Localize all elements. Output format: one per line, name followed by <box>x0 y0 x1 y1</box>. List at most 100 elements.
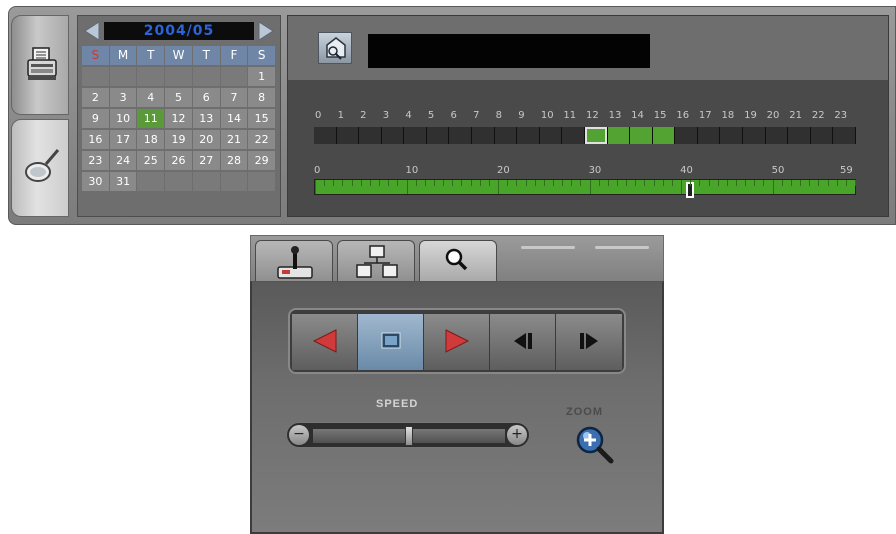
calendar-day[interactable]: 11 <box>137 109 165 128</box>
calendar-day[interactable]: 4 <box>137 88 165 107</box>
minute-tick <box>406 180 408 194</box>
calendar-day[interactable]: 20 <box>192 130 220 149</box>
tab-network[interactable] <box>337 240 415 284</box>
hour-cell[interactable] <box>314 127 336 144</box>
hour-cell[interactable] <box>765 127 788 144</box>
search-icon <box>445 248 468 271</box>
calendar-day[interactable]: 14 <box>220 109 248 128</box>
step-forward-button[interactable] <box>556 314 622 370</box>
hour-cell[interactable] <box>359 127 381 144</box>
hour-cell[interactable] <box>472 127 494 144</box>
calendar-day[interactable]: 21 <box>220 130 248 149</box>
calendar-day[interactable]: 6 <box>192 88 220 107</box>
calendar-day[interactable]: 23 <box>82 151 109 170</box>
calendar-day[interactable]: 19 <box>165 130 192 149</box>
calendar-day[interactable]: 29 <box>248 151 276 170</box>
minute-tick <box>360 180 362 186</box>
hour-label: 18 <box>721 110 735 121</box>
calendar-day[interactable]: 27 <box>192 151 220 170</box>
next-month-arrow-icon[interactable] <box>256 20 276 42</box>
speed-track[interactable] <box>313 426 505 446</box>
calendar-day[interactable]: 10 <box>109 109 137 128</box>
hour-cell[interactable] <box>675 127 697 144</box>
calendar-day[interactable]: 16 <box>82 130 109 149</box>
calendar-day[interactable]: 31 <box>109 172 137 191</box>
calendar-day[interactable]: 18 <box>137 130 165 149</box>
day-header-fri: F <box>220 46 248 65</box>
calendar-week-row: 2345678 <box>82 88 276 109</box>
calendar-day[interactable]: 3 <box>109 88 137 107</box>
minute-tick <box>534 180 536 186</box>
calendar-day[interactable]: 8 <box>248 88 276 107</box>
calendar-day[interactable]: 1 <box>248 67 276 86</box>
calendar-day[interactable]: 22 <box>248 130 276 149</box>
calendar-day[interactable]: 12 <box>165 109 192 128</box>
hour-cell[interactable] <box>562 127 584 144</box>
calendar-day[interactable]: 30 <box>82 172 109 191</box>
tab-joystick[interactable] <box>255 240 333 284</box>
hour-cell[interactable] <box>404 127 426 144</box>
hour-cell[interactable] <box>539 127 562 144</box>
calendar-day[interactable]: 28 <box>220 151 248 170</box>
calendar-day[interactable]: 5 <box>165 88 192 107</box>
hour-cell[interactable] <box>652 127 675 144</box>
search-tab[interactable] <box>11 119 69 217</box>
fax-tab[interactable] <box>11 15 69 115</box>
step-back-button[interactable] <box>490 314 556 370</box>
hour-cell[interactable] <box>449 127 472 144</box>
calendar-day[interactable]: 2 <box>82 88 109 107</box>
step-forward-icon <box>580 333 598 349</box>
prev-month-arrow-icon[interactable] <box>82 20 102 42</box>
stop-button[interactable] <box>358 314 424 370</box>
strip-shine <box>595 246 649 249</box>
minute-tick <box>516 180 518 186</box>
hour-cell[interactable] <box>336 127 359 144</box>
hour-cell[interactable] <box>381 127 404 144</box>
minute-tick <box>800 180 802 186</box>
hour-label: 22 <box>811 110 825 121</box>
hour-label: 6 <box>450 110 457 121</box>
zoom-button[interactable] <box>574 424 616 466</box>
calendar-day[interactable]: 13 <box>192 109 220 128</box>
hour-cell[interactable] <box>833 127 855 144</box>
calendar-day[interactable]: 24 <box>109 151 137 170</box>
hour-cell[interactable] <box>697 127 720 144</box>
calendar-day[interactable]: 9 <box>82 109 109 128</box>
hour-cell[interactable] <box>517 127 539 144</box>
calendar-day[interactable]: 15 <box>248 109 276 128</box>
camera-button[interactable] <box>318 32 352 64</box>
calendar-blank-cell <box>137 67 165 86</box>
play-button[interactable] <box>424 314 490 370</box>
hour-label: 21 <box>789 110 802 121</box>
minute-tick <box>836 180 838 186</box>
calendar-day[interactable]: 26 <box>165 151 192 170</box>
speed-slider[interactable]: − + <box>286 422 530 448</box>
minute-tick <box>818 180 820 186</box>
speed-increase-button[interactable]: + <box>507 425 527 445</box>
hour-cell[interactable] <box>630 127 652 144</box>
hour-cell[interactable] <box>810 127 833 144</box>
minute-tick <box>470 180 472 186</box>
minute-tick <box>790 180 792 186</box>
hour-cell[interactable] <box>607 127 630 144</box>
minute-label: 20 <box>497 165 510 176</box>
rewind-button[interactable] <box>292 314 358 370</box>
hour-label: 2 <box>360 110 367 121</box>
hour-cell[interactable] <box>426 127 449 144</box>
hour-cell[interactable] <box>788 127 810 144</box>
speed-decrease-button[interactable]: − <box>289 425 309 445</box>
calendar-day[interactable]: 17 <box>109 130 137 149</box>
minute-bar[interactable] <box>314 179 856 198</box>
hour-label: 8 <box>495 110 503 121</box>
hour-cell[interactable] <box>720 127 742 144</box>
minute-tick <box>324 180 326 186</box>
hour-cell[interactable] <box>584 127 607 144</box>
calendar-day[interactable]: 7 <box>220 88 248 107</box>
hour-bar[interactable] <box>314 127 856 144</box>
speed-thumb[interactable] <box>405 426 413 446</box>
tab-strip-decoration <box>499 242 661 278</box>
tab-search[interactable] <box>419 240 497 284</box>
calendar-day[interactable]: 25 <box>137 151 165 170</box>
hour-cell[interactable] <box>742 127 765 144</box>
hour-cell[interactable] <box>494 127 517 144</box>
